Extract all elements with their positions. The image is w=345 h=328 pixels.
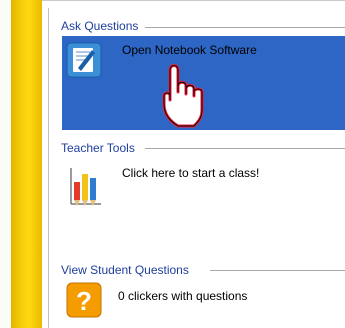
hand-pointer-icon (162, 64, 204, 128)
pencils-chart-icon (70, 168, 101, 206)
notebook-icon (66, 42, 102, 78)
section-title-view-student-questions: View Student Questions (61, 263, 189, 277)
section-divider (145, 148, 345, 149)
sidebar-accent-bar (11, 0, 42, 328)
top-divider (42, 0, 345, 1)
left-edge (0, 0, 11, 328)
svg-text:?: ? (76, 286, 92, 316)
bottom-edge-artifact (0, 316, 345, 328)
clickers-count-label: 0 clickers with questions (118, 289, 248, 303)
main-panel: Ask Questions Open Notebook Software Tea… (50, 8, 345, 328)
open-notebook-label: Open Notebook Software (122, 43, 257, 57)
section-title-teacher-tools: Teacher Tools (61, 141, 135, 155)
question-mark-icon: ? (66, 282, 102, 318)
start-class-item[interactable]: Click here to start a class! (62, 158, 345, 218)
open-notebook-item[interactable]: Open Notebook Software (62, 36, 345, 130)
section-title-ask-questions: Ask Questions (61, 19, 139, 33)
section-divider (210, 270, 345, 271)
panel-border (48, 8, 49, 328)
start-class-label: Click here to start a class! (122, 166, 260, 180)
section-divider (145, 27, 345, 28)
